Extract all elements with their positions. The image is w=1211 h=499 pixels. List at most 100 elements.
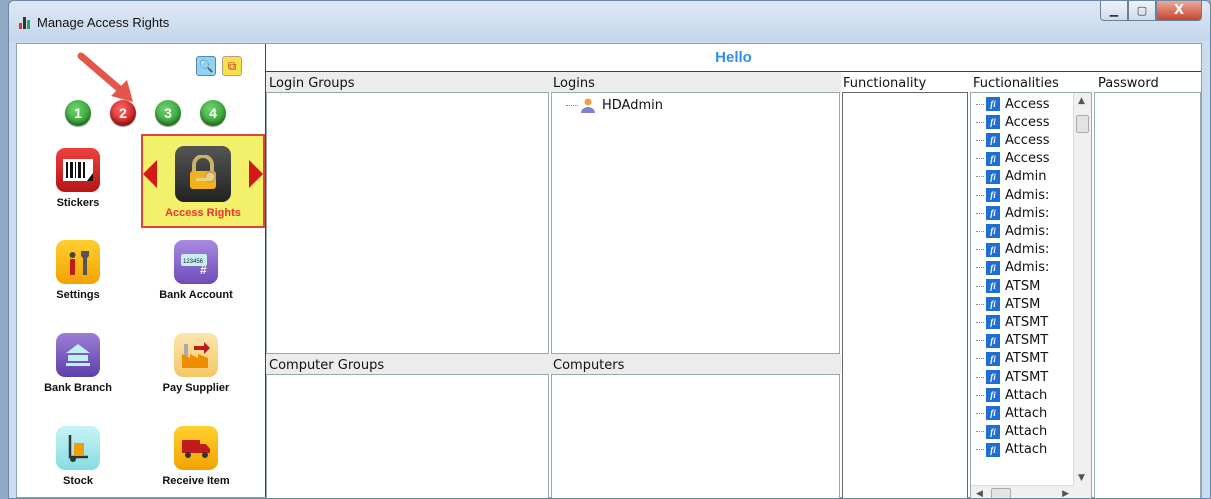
- function-icon: fi: [986, 242, 1000, 257]
- tree-connector: [976, 449, 984, 451]
- function-icon: fi: [986, 388, 1000, 403]
- fuctionalities-tree[interactable]: fi Access fi Access fi Access fi Access fi Admin f…: [970, 92, 1092, 498]
- fuctionality-item[interactable]: fi ATSMT: [976, 368, 1048, 386]
- fuctionality-label: Attach: [1005, 405, 1048, 421]
- fuctionality-item[interactable]: fi ATSM: [976, 295, 1040, 313]
- app-window: Manage Access Rights ▁ ▢ X 🔍 ⧉ 1 2 3 4 S…: [8, 0, 1211, 499]
- function-icon: fi: [986, 442, 1000, 457]
- scroll-right-icon[interactable]: ▶: [1062, 489, 1069, 498]
- fuctionality-label: Access: [1005, 151, 1050, 167]
- fuctionality-label: Access: [1005, 114, 1050, 130]
- fuctionality-item[interactable]: fi Admis:: [976, 241, 1049, 259]
- tile-settings-label: Settings: [56, 289, 100, 301]
- computers-list[interactable]: [551, 374, 840, 498]
- computers-header: Computers: [553, 358, 625, 373]
- tree-connector: [976, 212, 984, 214]
- fuctionality-item[interactable]: fi Access: [976, 150, 1050, 168]
- fuctionality-item[interactable]: fi Admis:: [976, 222, 1049, 240]
- tree-connector: [976, 431, 984, 433]
- fuctionality-item[interactable]: fi Attach: [976, 386, 1047, 404]
- horizontal-scroll-thumb[interactable]: [991, 488, 1011, 498]
- tile-settings[interactable]: Settings: [23, 240, 133, 301]
- title-bar[interactable]: Manage Access Rights ▁ ▢ X: [9, 1, 1210, 41]
- tile-bank-branch[interactable]: Bank Branch: [23, 333, 133, 394]
- fuctionality-item[interactable]: fi Access: [976, 95, 1050, 113]
- computer-groups-header: Computer Groups: [269, 358, 385, 373]
- fuctionality-item[interactable]: fi Access: [976, 131, 1050, 149]
- user-icon: [581, 98, 595, 113]
- padlock-key-icon: [175, 146, 231, 202]
- login-name: HDAdmin: [602, 97, 663, 113]
- function-icon: fi: [986, 297, 1000, 312]
- fuctionality-item[interactable]: fi ATSMT: [976, 313, 1048, 331]
- fuctionality-label: Admis:: [1005, 205, 1050, 221]
- minimize-button[interactable]: ▁: [1100, 1, 1128, 21]
- windows-button[interactable]: ⧉: [222, 56, 242, 76]
- fuctionality-item[interactable]: fi Attach: [976, 423, 1047, 441]
- tree-connector: [976, 158, 984, 160]
- fuctionality-label: ATSMT: [1005, 369, 1049, 385]
- function-icon: fi: [986, 97, 1000, 111]
- scroll-down-icon[interactable]: ▼: [1078, 473, 1085, 483]
- tile-bank-account[interactable]: 123456 # Bank Account: [141, 240, 251, 301]
- tile-receive-item[interactable]: Receive Item: [141, 426, 251, 487]
- step-1-button[interactable]: 1: [65, 100, 91, 126]
- fuctionalities-header: Fuctionalities: [973, 76, 1059, 91]
- maximize-icon: ▢: [1136, 4, 1148, 17]
- fuctionality-item[interactable]: fi Attach: [976, 441, 1047, 459]
- functionality-list[interactable]: [842, 92, 968, 498]
- computer-groups-list[interactable]: [266, 374, 549, 498]
- window-title: Manage Access Rights: [37, 15, 170, 30]
- arrow-right-icon: [249, 160, 263, 188]
- tile-stickers-label: Stickers: [56, 197, 100, 209]
- functionality-header: Functionality: [843, 76, 927, 91]
- fuctionality-item[interactable]: fi Access: [976, 113, 1050, 131]
- vertical-scrollbar[interactable]: ▲ ▼: [1073, 93, 1091, 486]
- function-icon: fi: [986, 333, 1000, 348]
- tile-access-rights[interactable]: Access Rights: [141, 134, 265, 228]
- maximize-button[interactable]: ▢: [1128, 1, 1156, 21]
- fuctionality-item[interactable]: fi Admis:: [976, 186, 1049, 204]
- fuctionality-item[interactable]: fi ATSMT: [976, 350, 1048, 368]
- function-icon: fi: [986, 151, 1000, 166]
- tree-connector: [976, 376, 984, 378]
- search-button[interactable]: 🔍: [196, 56, 216, 76]
- scroll-thumb[interactable]: [1076, 115, 1089, 133]
- tile-pay-supplier[interactable]: Pay Supplier: [141, 333, 251, 394]
- login-groups-list[interactable]: [266, 92, 549, 354]
- tile-bank-branch-label: Bank Branch: [44, 382, 112, 394]
- fuctionality-item[interactable]: fi ATSMT: [976, 332, 1048, 350]
- tree-connector: [976, 358, 984, 360]
- bank-card-icon: 123456 #: [174, 240, 218, 284]
- step-3-button[interactable]: 3: [155, 100, 181, 126]
- tree-connector: [976, 103, 984, 105]
- tile-stock[interactable]: Stock: [23, 426, 133, 487]
- svg-text:#: #: [200, 263, 207, 275]
- function-icon: fi: [986, 279, 1000, 293]
- fuctionality-item[interactable]: fi Admis:: [976, 204, 1049, 222]
- horizontal-scrollbar[interactable]: ◀ ▶: [971, 485, 1074, 498]
- step-2-button[interactable]: 2: [110, 100, 136, 126]
- fuctionality-label: ATSM: [1005, 278, 1041, 294]
- step-4-button[interactable]: 4: [200, 100, 226, 126]
- fuctionality-item[interactable]: fi Admin: [976, 168, 1046, 186]
- delivery-truck-icon: [174, 426, 218, 470]
- scroll-up-icon[interactable]: ▲: [1078, 96, 1085, 106]
- arrow-left-icon: [143, 160, 157, 188]
- tile-stickers[interactable]: Stickers: [23, 148, 133, 209]
- logins-tree[interactable]: HDAdmin: [551, 92, 840, 354]
- scroll-left-icon[interactable]: ◀: [976, 489, 983, 498]
- fuctionality-label: Attach: [1005, 442, 1048, 458]
- step-1-label: 1: [74, 105, 82, 121]
- tree-connector: [976, 194, 984, 196]
- fuctionality-label: ATSMT: [1005, 351, 1049, 367]
- tree-item-hdadmin[interactable]: HDAdmin: [566, 97, 663, 113]
- close-button[interactable]: X: [1156, 1, 1202, 21]
- login-groups-header: Login Groups: [269, 76, 355, 91]
- fuctionality-item[interactable]: fi Attach: [976, 404, 1047, 422]
- tile-access-rights-label: Access Rights: [165, 207, 241, 219]
- tile-stock-label: Stock: [63, 475, 93, 487]
- fuctionality-item[interactable]: fi Admis:: [976, 259, 1049, 277]
- password-list[interactable]: [1094, 92, 1201, 498]
- fuctionality-item[interactable]: fi ATSM: [976, 277, 1040, 295]
